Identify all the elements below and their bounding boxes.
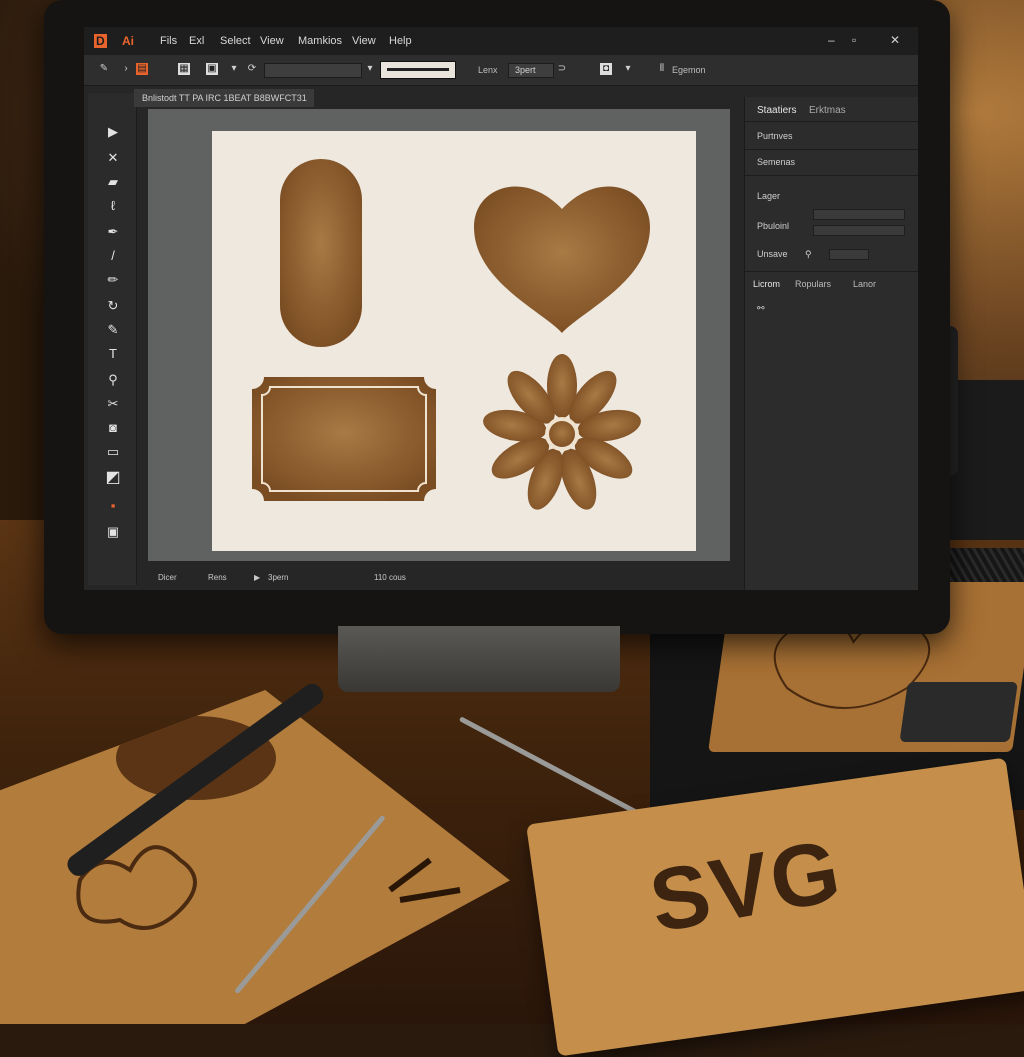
panel-tab-lanor[interactable]: Lanor (853, 279, 876, 289)
link-icon[interactable]: ⊃ (556, 63, 568, 75)
maximize-icon[interactable]: ▫ (852, 33, 856, 47)
panel-divider (745, 149, 918, 150)
canvas-area[interactable] (148, 109, 730, 561)
lasso-icon[interactable]: ℓ (104, 197, 122, 215)
status-bar: Dicer Rens ▶ 3pern 110 cous (144, 567, 744, 587)
panel-row-lager[interactable]: Lager (757, 191, 780, 201)
brush-icon[interactable]: ✎ (98, 63, 110, 75)
document-tab[interactable]: Bnlistodt TT PA IRC 1BEAT B8BWFCT31 (134, 89, 314, 107)
panel-divider (745, 271, 918, 272)
direct-selection-icon[interactable]: ✕ (104, 149, 122, 167)
pencil-icon[interactable]: ✏ (104, 271, 122, 289)
panel-row-semenas[interactable]: Semenas (757, 157, 795, 167)
illustrator-window: D Ai Fils Exl Select View Mamkios View H… (84, 27, 918, 590)
brush-tool-icon[interactable]: ✎ (104, 321, 122, 339)
lens-label: Lenx (478, 65, 498, 75)
menu-view[interactable]: View (260, 35, 284, 47)
stroke-weight-field[interactable] (264, 63, 362, 78)
engraved-flower-cutout (900, 682, 1018, 742)
app-logo-ai: Ai (122, 34, 134, 48)
close-icon[interactable]: ✕ (890, 33, 900, 47)
artwork (252, 159, 650, 514)
play-icon[interactable]: ▶ (254, 573, 260, 582)
bars-icon[interactable]: ⦀ (656, 63, 668, 75)
panel-divider (745, 175, 918, 176)
menu-edit[interactable]: Exl (189, 35, 204, 47)
status-left: Dicer (158, 573, 177, 582)
menu-help[interactable]: Help (389, 35, 412, 47)
fill-swatch-icon[interactable]: ▤ (136, 63, 148, 75)
panel-row-unsave[interactable]: Unsave (757, 249, 788, 259)
heart-shape[interactable] (474, 186, 650, 333)
hand-icon[interactable]: ▭ (104, 443, 122, 461)
panel-tab-staatiers[interactable]: Staatiers (757, 105, 796, 116)
swap-color-icon[interactable]: ▪ (104, 497, 122, 515)
monitor-stand (338, 626, 620, 692)
screen-mode-icon[interactable]: ▣ (104, 523, 122, 541)
menu-view-2[interactable]: View (352, 35, 376, 47)
flower-shape[interactable] (481, 354, 644, 514)
app-logo-d: D (94, 34, 107, 48)
eraser-icon[interactable]: ▰ (104, 173, 122, 191)
slot-cutout (388, 857, 461, 903)
menu-file[interactable]: Fils (160, 35, 177, 47)
camera-icon[interactable]: ◙ (104, 419, 122, 437)
label-frame-shape[interactable] (252, 377, 436, 501)
menu-mamkios[interactable]: Mamkios (298, 35, 342, 47)
stroke-swatch-icon[interactable]: ▣ (206, 63, 218, 75)
options-icon[interactable]: ▾ (622, 63, 634, 75)
fill-stroke-icon[interactable]: ◩ (104, 469, 122, 487)
minimize-icon[interactable]: – (828, 33, 835, 47)
eyedropper-icon[interactable]: ⚲ (104, 371, 122, 389)
panel-field-2[interactable] (813, 225, 905, 236)
toolbox: ▶ ✕ ▰ ℓ ✒ / ✏ ↻ ✎ T ⚲ ✂ ◙ ▭ ◩ ▪ ▣ (88, 93, 137, 585)
scissors-icon[interactable]: ✂ (104, 395, 122, 413)
properties-panel: Staatiers Erktmas Purtnves Semenas Lager… (744, 97, 918, 590)
value-field[interactable]: 3pert (508, 63, 554, 78)
artboard[interactable] (212, 131, 696, 551)
type-tool-icon[interactable]: T (104, 345, 122, 363)
align-icon[interactable]: ⟳ (246, 63, 258, 75)
menu-bar: D Ai Fils Exl Select View Mamkios View H… (84, 27, 918, 55)
panel-tab-erktmas[interactable]: Erktmas (809, 105, 846, 116)
right-label: Egemon (672, 65, 706, 75)
pill-shape[interactable] (280, 159, 362, 347)
stroke-dropdown-icon[interactable]: ▾ (364, 63, 376, 75)
panel-field-1[interactable] (813, 209, 905, 220)
pattern-icon[interactable]: ▦ (178, 63, 190, 75)
panel-divider (745, 121, 918, 122)
stroke-profile-box[interactable] (380, 61, 456, 79)
line-tool-icon[interactable]: / (104, 247, 122, 265)
panel-row-pbuloinl[interactable]: Pbuloinl (757, 221, 789, 231)
eyedropper-panel-icon[interactable]: ⚲ (805, 249, 812, 260)
link-panel-icon[interactable]: ⚯ (757, 303, 765, 314)
panel-row-purtnves[interactable]: Purtnves (757, 131, 793, 141)
status-mid: Rens (208, 573, 227, 582)
arrow-icon[interactable]: › (120, 63, 132, 75)
panel-tab-licrom[interactable]: Licrom (753, 279, 780, 289)
selection-tool-icon[interactable]: ▶ (104, 123, 122, 141)
pen-tool-icon[interactable]: ✒ (104, 223, 122, 241)
control-bar: ✎ › ▤ ▦ ▣ ▾ ⟳ ▾ Lenx 3pert ⊃ ◘ ▾ ⦀ Egemo… (84, 55, 918, 86)
transform-icon[interactable]: ◘ (600, 63, 612, 75)
dropdown-icon[interactable]: ▾ (228, 63, 240, 75)
panel-field-3[interactable] (829, 249, 869, 260)
rotate-icon[interactable]: ↻ (104, 297, 122, 315)
status-right: 110 cous (374, 573, 406, 582)
panel-tab-ropulars[interactable]: Ropulars (795, 279, 831, 289)
menu-select[interactable]: Select (220, 35, 251, 47)
status-zoom: 3pern (268, 573, 289, 582)
value-field-text: 3pert (515, 65, 536, 75)
